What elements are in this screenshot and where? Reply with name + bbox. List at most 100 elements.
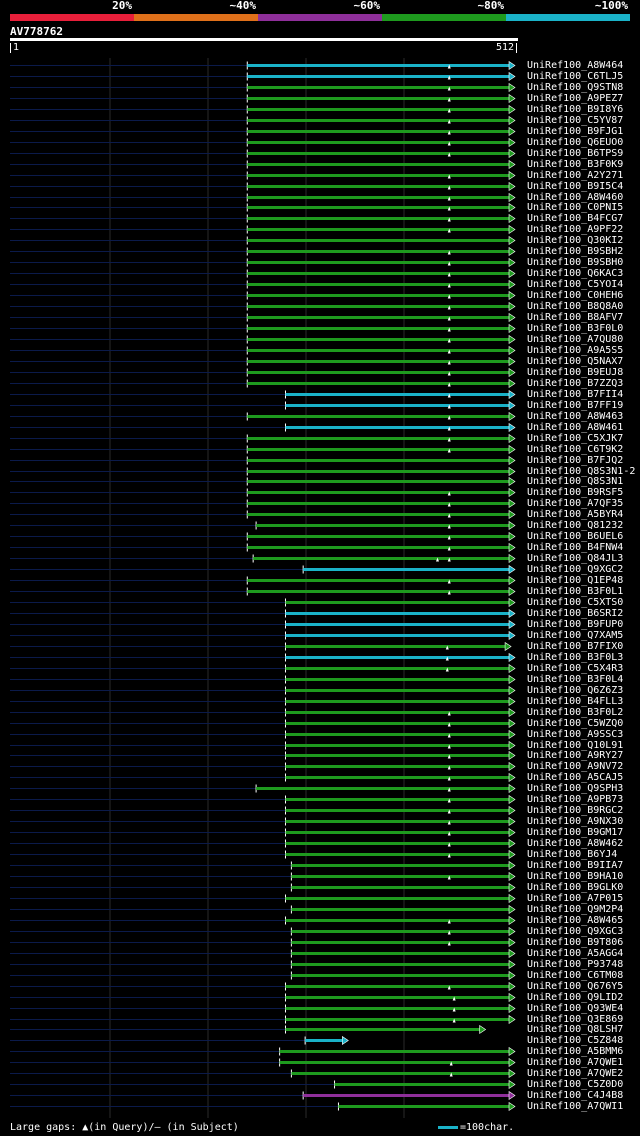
hit-label[interactable]: UniRef100_B6UEL6 (527, 531, 623, 542)
hit-label[interactable]: UniRef100_B9I5C4 (527, 181, 623, 192)
hit-label[interactable]: UniRef100_Q9SPH3 (527, 783, 623, 794)
hit-label[interactable]: UniRef100_B9EUJ8 (527, 367, 623, 378)
hit-label[interactable]: UniRef100_B9RSF5 (527, 487, 623, 498)
hit-label[interactable]: UniRef100_B9T806 (527, 937, 623, 948)
hit-label[interactable]: UniRef100_C5YOI4 (527, 279, 623, 290)
hit-label[interactable]: UniRef100_Q9M2P4 (527, 904, 623, 915)
hit-label[interactable]: UniRef100_C4J4B8 (527, 1090, 623, 1101)
hit-end-arrow (508, 520, 516, 531)
hit-label[interactable]: UniRef100_B3F0L3 (527, 652, 623, 663)
hit-label[interactable]: UniRef100_A8W463 (527, 411, 623, 422)
hit-label[interactable]: UniRef100_B9RGC2 (527, 805, 623, 816)
hit-end-arrow (508, 948, 516, 959)
hit-label[interactable]: UniRef100_B3F0K9 (527, 159, 623, 170)
hit-label[interactable]: UniRef100_Q7XAM5 (527, 630, 623, 641)
hit-label[interactable]: UniRef100_A7QWI1 (527, 1101, 623, 1112)
hit-label[interactable]: UniRef100_B7FIX0 (527, 641, 623, 652)
hit-label[interactable]: UniRef100_B4FNW4 (527, 542, 623, 553)
hit-label[interactable]: UniRef100_A8W465 (527, 915, 623, 926)
hit-label[interactable]: UniRef100_C5Z0D0 (527, 1079, 623, 1090)
hit-label[interactable]: UniRef100_Q8LSH7 (527, 1024, 623, 1035)
hit-label[interactable]: UniRef100_Q9STN8 (527, 82, 623, 93)
hit-label[interactable]: UniRef100_A8W464 (527, 60, 623, 71)
hit-label[interactable]: UniRef100_C5XTS0 (527, 597, 623, 608)
hit-label[interactable]: UniRef100_B3F0L4 (527, 674, 623, 685)
hit-label[interactable]: UniRef100_Q6Z6Z3 (527, 685, 623, 696)
hit-label[interactable]: UniRef100_C5X4R3 (527, 663, 623, 674)
hit-label[interactable]: UniRef100_Q9XGC2 (527, 564, 623, 575)
hit-label[interactable]: UniRef100_B9FUP0 (527, 619, 623, 630)
hit-label[interactable]: UniRef100_B4FLL3 (527, 696, 623, 707)
hit-label[interactable]: UniRef100_B9I8Y6 (527, 104, 623, 115)
hit-label[interactable]: UniRef100_B6SRI2 (527, 608, 623, 619)
hit-label[interactable]: UniRef100_Q30KI2 (527, 235, 623, 246)
hit-label[interactable]: UniRef100_B3F0L2 (527, 707, 623, 718)
hit-label[interactable]: UniRef100_B6TPS9 (527, 148, 623, 159)
hit-label[interactable]: UniRef100_C5WZQ0 (527, 718, 623, 729)
hit-end-arrow (508, 740, 516, 751)
hit-label[interactable]: UniRef100_B3F0L0 (527, 323, 623, 334)
hit-label[interactable]: UniRef100_B8Q8A0 (527, 301, 623, 312)
hit-label[interactable]: UniRef100_B8AFV7 (527, 312, 623, 323)
hit-label[interactable]: UniRef100_B9FJG1 (527, 126, 623, 137)
hit-end-arrow (508, 202, 516, 213)
hit-label[interactable]: UniRef100_B7FJQ2 (527, 455, 623, 466)
hit-label[interactable]: UniRef100_Q5NAX7 (527, 356, 623, 367)
hit-label[interactable]: UniRef100_A7QWE1 (527, 1057, 623, 1068)
hit-label[interactable]: UniRef100_A8W462 (527, 838, 623, 849)
hit-label[interactable]: UniRef100_B9GM17 (527, 827, 623, 838)
hit-label[interactable]: UniRef100_A9PB73 (527, 794, 623, 805)
hit-label[interactable]: UniRef100_C5YV87 (527, 115, 623, 126)
hit-label[interactable]: UniRef100_B9SBH2 (527, 246, 623, 257)
hit-label[interactable]: UniRef100_Q84JL3 (527, 553, 623, 564)
hit-label[interactable]: UniRef100_B9HA10 (527, 871, 623, 882)
hit-label[interactable]: UniRef100_B7FF19 (527, 400, 623, 411)
hit-label[interactable]: UniRef100_B3F0L1 (527, 586, 623, 597)
hit-label[interactable]: UniRef100_A5BYR4 (527, 509, 623, 520)
hit-label[interactable]: UniRef100_C5Z848 (527, 1035, 623, 1046)
hit-label[interactable]: UniRef100_A9RY27 (527, 750, 623, 761)
hit-label[interactable]: UniRef100_A7QWE2 (527, 1068, 623, 1079)
hit-label[interactable]: UniRef100_B7ZZQ3 (527, 378, 623, 389)
hit-label[interactable]: UniRef100_Q1EP48 (527, 575, 623, 586)
hit-label[interactable]: UniRef100_Q81232 (527, 520, 623, 531)
hit-end-arrow (508, 838, 516, 849)
hit-label[interactable]: UniRef100_Q8S3N1 (527, 476, 623, 487)
hit-label[interactable]: UniRef100_A7P015 (527, 893, 623, 904)
hit-label[interactable]: UniRef100_Q9XGC3 (527, 926, 623, 937)
hit-label[interactable]: UniRef100_C0HEH6 (527, 290, 623, 301)
hit-label[interactable]: UniRef100_A9PF22 (527, 224, 623, 235)
hit-label[interactable]: UniRef100_C5XJK7 (527, 433, 623, 444)
hit-label[interactable]: UniRef100_A2Y271 (527, 170, 623, 181)
hit-label[interactable]: UniRef100_Q6EUO0 (527, 137, 623, 148)
hit-label[interactable]: UniRef100_A9SSC3 (527, 729, 623, 740)
hit-end-arrow (508, 71, 516, 82)
hit-label[interactable]: UniRef100_A9A5S5 (527, 345, 623, 356)
hit-label[interactable]: UniRef100_C6TM08 (527, 970, 623, 981)
hit-label[interactable]: UniRef100_C6TLJ5 (527, 71, 623, 82)
hit-label[interactable]: UniRef100_Q6KAC3 (527, 268, 623, 279)
hit-label[interactable]: UniRef100_A7QU80 (527, 334, 623, 345)
hit-label[interactable]: UniRef100_P93748 (527, 959, 623, 970)
hit-end-arrow (508, 926, 516, 937)
hit-label[interactable]: UniRef100_Q9LID2 (527, 992, 623, 1003)
hit-end-arrow (508, 619, 516, 630)
hit-label[interactable]: UniRef100_A9PEZ7 (527, 93, 623, 104)
hit-label[interactable]: UniRef100_C0PNI5 (527, 202, 623, 213)
hit-label[interactable]: UniRef100_A8W461 (527, 422, 623, 433)
hit-label[interactable]: UniRef100_A5CAJ5 (527, 772, 623, 783)
hit-label[interactable]: UniRef100_C6T9K2 (527, 444, 623, 455)
hit-label[interactable]: UniRef100_Q676Y5 (527, 981, 623, 992)
hit-label[interactable]: UniRef100_B9SBH0 (527, 257, 623, 268)
hit-label[interactable]: UniRef100_B9GLK0 (527, 882, 623, 893)
hit-label[interactable]: UniRef100_B7FII4 (527, 389, 623, 400)
hit-label[interactable]: UniRef100_A5AGG4 (527, 948, 623, 959)
hit-label[interactable]: UniRef100_A9NX30 (527, 816, 623, 827)
hit-label[interactable]: UniRef100_A9NV72 (527, 761, 623, 772)
hit-label[interactable]: UniRef100_B4FCG7 (527, 213, 623, 224)
hit-label[interactable]: UniRef100_A7QF35 (527, 498, 623, 509)
hit-label[interactable]: UniRef100_Q93WE4 (527, 1003, 623, 1014)
hit-label[interactable]: UniRef100_B6YJ4 (527, 849, 617, 860)
hit-label[interactable]: UniRef100_A5BMM6 (527, 1046, 623, 1057)
hit-label[interactable]: UniRef100_B9IIA7 (527, 860, 623, 871)
